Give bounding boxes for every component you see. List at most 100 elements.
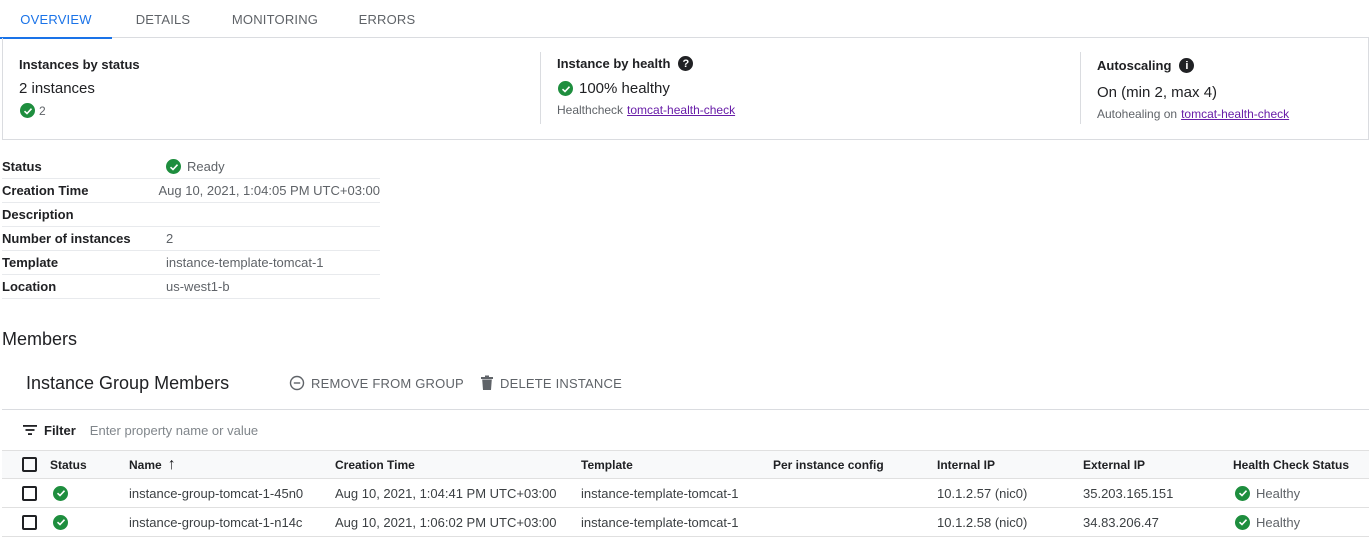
select-all-checkbox[interactable] — [22, 457, 37, 472]
trash-icon — [481, 375, 493, 390]
detail-key: Description — [2, 207, 74, 222]
delete-instance-button[interactable]: DELETE INSTANCE — [480, 375, 622, 391]
row-checkbox-cell — [22, 479, 37, 507]
row-checkbox[interactable] — [22, 485, 37, 501]
check-circle-icon — [20, 103, 35, 118]
health-status-text: Healthy — [1256, 485, 1301, 501]
instance-health-panel: Instance by health ? 100% healthy Health… — [541, 52, 1081, 124]
instances-ok-count-value: 2 — [39, 103, 46, 118]
header-health-check-status[interactable]: Health Check Status — [1233, 451, 1349, 478]
members-heading: Members — [2, 329, 78, 349]
detail-value: Aug 10, 2021, 1:04:05 PM UTC+03:00 — [158, 183, 380, 198]
check-circle-icon — [53, 485, 68, 501]
health-value: 100% healthy — [558, 80, 670, 97]
healthcheck-label: Healthcheck — [557, 103, 624, 117]
row-name[interactable]: instance-group-tomcat-1-45n0 — [129, 479, 303, 507]
instance-health-title-text: Instance by health — [557, 56, 671, 71]
row-health-status: Healthy — [1235, 508, 1300, 536]
tab-details[interactable]: DETAILS — [112, 0, 214, 38]
remove-from-group-button[interactable]: REMOVE FROM GROUP — [289, 375, 464, 391]
instances-by-status-panel: Instances by status 2 instances 2 — [3, 52, 541, 124]
members-table: Status Name ↑ Creation Time Template Per… — [2, 450, 1369, 537]
row-status — [53, 508, 68, 536]
header-name-text: Name — [129, 457, 162, 472]
row-health-status: Healthy — [1235, 479, 1300, 507]
health-value-text: 100% healthy — [579, 80, 670, 97]
nic-label: (nic0) — [994, 514, 1028, 530]
autoscaling-value: On (min 2, max 4) — [1097, 84, 1218, 101]
detail-row-description: Description — [2, 203, 380, 227]
details-table: Status Ready Creation Time Aug 10, 2021,… — [2, 155, 380, 299]
detail-row-template: Template instance-template-tomcat-1 — [2, 251, 380, 275]
check-circle-icon — [53, 514, 68, 530]
autoscaling-title: Autoscaling i — [1097, 58, 1195, 73]
instances-by-status-title: Instances by status — [19, 57, 140, 72]
table-row: instance-group-tomcat-1-45n0 Aug 10, 202… — [2, 479, 1369, 508]
detail-key: Number of instances — [2, 231, 131, 246]
row-creation-time: Aug 10, 2021, 1:06:02 PM UTC+03:00 — [335, 514, 557, 530]
autohealing-line: Autohealing on tomcat-health-check — [1097, 107, 1289, 121]
tab-bar: OVERVIEW DETAILS MONITORING ERRORS — [0, 0, 1369, 39]
detail-key: Location — [2, 279, 57, 294]
status-value-text: Ready — [187, 159, 225, 174]
check-circle-icon — [558, 81, 573, 96]
header-per-instance-config[interactable]: Per instance config — [773, 451, 884, 478]
autohealing-label: Autohealing on — [1097, 107, 1178, 121]
select-all-cell — [22, 451, 37, 478]
instances-count: 2 instances — [19, 80, 95, 97]
row-template[interactable]: instance-template-tomcat-1 — [581, 508, 739, 536]
table-row: instance-group-tomcat-1-n14c Aug 10, 202… — [2, 508, 1369, 537]
filter-bar: Filter — [2, 409, 1369, 450]
check-circle-icon — [1235, 514, 1250, 530]
nic-label: (nic0) — [994, 485, 1028, 501]
remove-circle-icon — [289, 375, 305, 391]
autoscaling-title-text: Autoscaling — [1097, 58, 1172, 73]
header-internal-ip[interactable]: Internal IP — [937, 451, 995, 478]
filter-label: Filter — [44, 422, 76, 438]
detail-row-location: Location us-west1-b — [2, 275, 380, 299]
detail-key: Status — [2, 159, 42, 174]
header-status[interactable]: Status — [50, 451, 87, 478]
row-name[interactable]: instance-group-tomcat-1-n14c — [129, 508, 302, 536]
autohealing-link[interactable]: tomcat-health-check — [1181, 107, 1289, 121]
row-template[interactable]: instance-template-tomcat-1 — [581, 479, 739, 507]
sort-up-icon[interactable]: ↑ — [168, 456, 176, 474]
delete-instance-label: DELETE INSTANCE — [500, 375, 622, 391]
health-status-text: Healthy — [1256, 514, 1301, 530]
detail-row-status: Status Ready — [2, 155, 380, 179]
check-circle-icon — [1235, 485, 1250, 501]
detail-value: Ready — [166, 159, 225, 174]
internal-ip-value: 10.1.2.57 — [937, 485, 992, 501]
row-checkbox[interactable] — [22, 514, 37, 530]
detail-value: 2 — [166, 231, 174, 246]
detail-key: Template — [2, 255, 59, 270]
instance-health-title: Instance by health ? — [557, 56, 694, 71]
instances-ok-count: 2 — [20, 103, 46, 118]
tab-monitoring[interactable]: MONITORING — [214, 0, 336, 38]
check-circle-icon — [166, 159, 181, 174]
row-internal-ip: 10.1.2.57 (nic0) — [937, 479, 1027, 507]
internal-ip-value: 10.1.2.58 — [937, 514, 992, 530]
row-creation-time: Aug 10, 2021, 1:04:41 PM UTC+03:00 — [335, 485, 557, 501]
instance-group-members-title: Instance Group Members — [26, 373, 230, 393]
row-external-ip: 34.83.206.47 — [1083, 514, 1159, 530]
header-name[interactable]: Name ↑ — [129, 451, 176, 478]
detail-row-creation-time: Creation Time Aug 10, 2021, 1:04:05 PM U… — [2, 179, 380, 203]
header-external-ip[interactable]: External IP — [1083, 451, 1145, 478]
remove-from-group-label: REMOVE FROM GROUP — [311, 375, 464, 391]
detail-key: Creation Time — [2, 183, 89, 198]
healthcheck-link[interactable]: tomcat-health-check — [627, 103, 735, 117]
detail-value: us-west1-b — [166, 279, 230, 294]
header-creation-time[interactable]: Creation Time — [335, 451, 415, 478]
row-checkbox-cell — [22, 508, 37, 536]
detail-row-number-of-instances: Number of instances 2 — [2, 227, 380, 251]
tab-overview[interactable]: OVERVIEW — [0, 0, 112, 39]
filter-icon[interactable] — [22, 424, 38, 436]
help-icon[interactable]: ? — [678, 56, 694, 71]
info-icon[interactable]: i — [1179, 58, 1195, 73]
table-header-row: Status Name ↑ Creation Time Template Per… — [2, 450, 1369, 479]
filter-input[interactable] — [89, 422, 490, 438]
row-external-ip: 35.203.165.151 — [1083, 485, 1174, 501]
header-template[interactable]: Template — [581, 451, 633, 478]
tab-errors[interactable]: ERRORS — [336, 0, 438, 38]
